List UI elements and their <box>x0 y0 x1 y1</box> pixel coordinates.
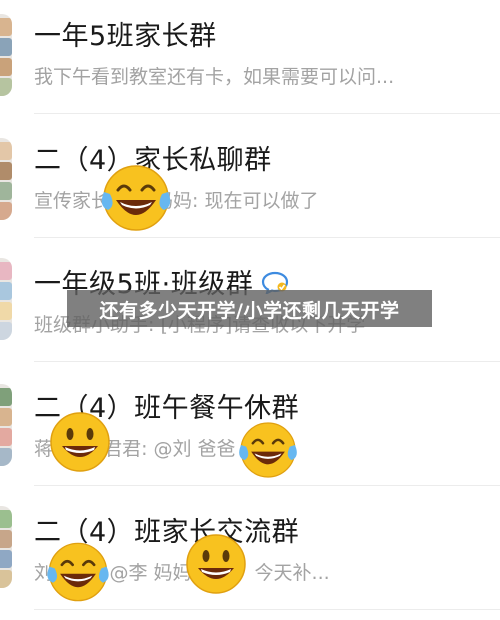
group-avatar <box>0 138 12 220</box>
laughing-tears-emoji <box>101 165 171 231</box>
divider <box>34 113 500 114</box>
group-avatar <box>0 258 12 340</box>
group-avatar <box>0 384 12 466</box>
laughing-tears-emoji <box>47 542 109 602</box>
banner-text: 还有多少天开学/小学还剩几天开学 <box>99 300 400 322</box>
overlay-banner: 还有多少天开学/小学还剩几天开学 <box>67 290 432 327</box>
smiling-emoji <box>186 534 246 594</box>
chat-item[interactable]: 二（4）家长私聊群 宣传家长 毛春妈妈: 现在可以做了 <box>0 124 500 246</box>
chat-item[interactable]: 一年5班家长群 我下午看到教室还有卡，如果需要可以问... <box>0 0 500 122</box>
divider <box>34 361 500 362</box>
laughing-tears-emoji <box>239 422 297 478</box>
chat-preview: 宣传家长 毛春妈妈: 现在可以做了 <box>34 190 319 212</box>
chat-title: 一年5班家长群 <box>34 21 217 52</box>
smiling-emoji <box>50 412 110 472</box>
group-avatar <box>0 506 12 588</box>
divider <box>34 237 500 238</box>
group-avatar <box>0 14 12 96</box>
divider <box>34 485 500 486</box>
chat-preview: 我下午看到教室还有卡，如果需要可以问... <box>34 66 395 88</box>
divider <box>34 609 500 610</box>
